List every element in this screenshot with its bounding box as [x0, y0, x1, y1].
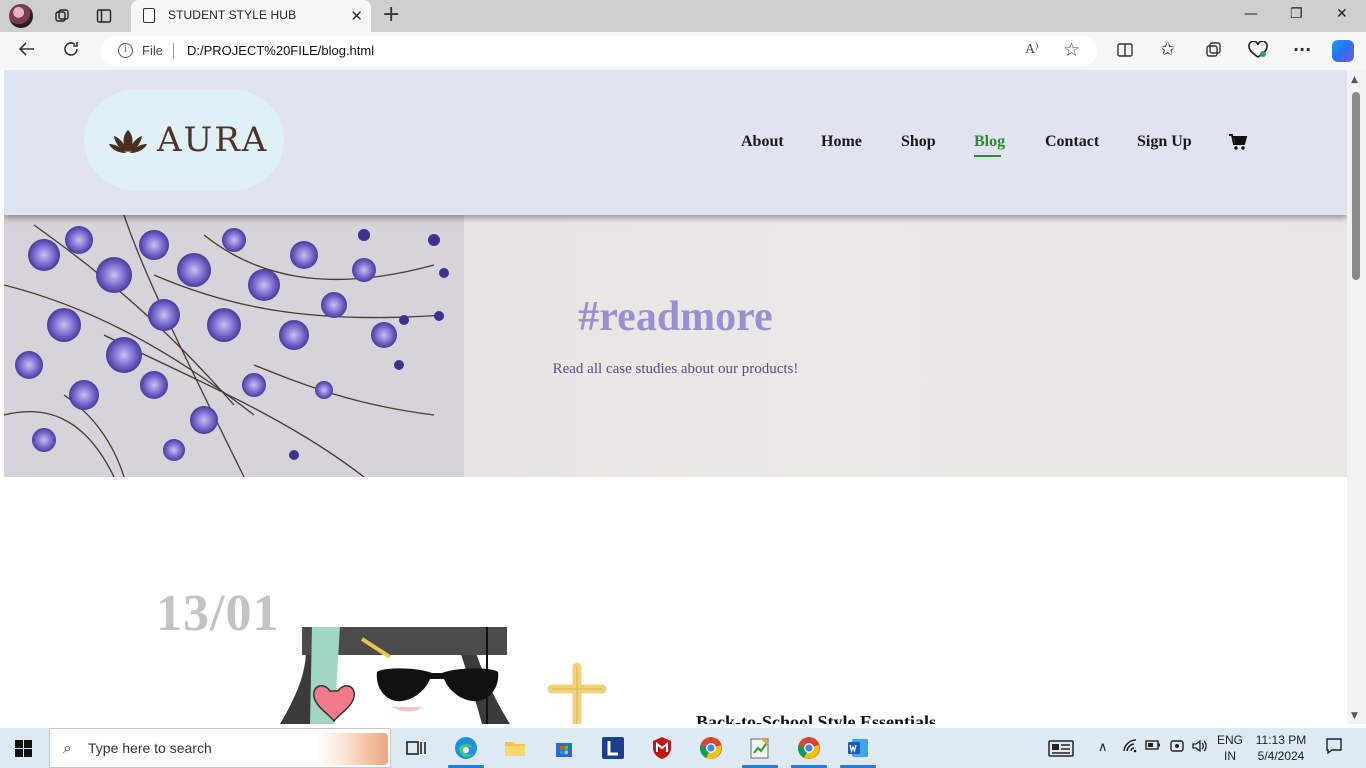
address-bar[interactable]: i File D:/PROJECT%20FILE/blog.html A⁾ ☆	[101, 36, 1097, 66]
restore-icon[interactable]: ❐	[1290, 6, 1303, 22]
flowers-image	[4, 215, 464, 477]
meet-now-icon[interactable]	[1169, 739, 1185, 756]
settings-more-icon[interactable]: ···	[1293, 41, 1311, 59]
page-scrollbar[interactable]: ▲ ▼	[1347, 70, 1366, 724]
scroll-down-icon[interactable]: ▼	[1351, 711, 1358, 721]
new-tab-icon[interactable]: +	[382, 4, 400, 26]
hero-subtitle: Read all case studies about our products…	[552, 361, 799, 377]
hero-banner: #readmore Read all case studies about ou…	[4, 215, 1347, 477]
l-app-icon[interactable]	[601, 736, 625, 760]
mcafee-icon[interactable]	[650, 736, 674, 760]
read-aloud-icon[interactable]: A⁾	[1025, 41, 1039, 58]
brand-name: AURA	[157, 120, 269, 160]
file-explorer-icon[interactable]	[503, 736, 527, 760]
windows-start-icon[interactable]	[15, 740, 32, 757]
post-illustration[interactable]	[272, 627, 612, 724]
task-view-icon[interactable]	[404, 736, 428, 760]
page-icon	[143, 8, 155, 23]
input-language[interactable]: ENG IN	[1215, 732, 1245, 764]
nav-contact[interactable]: Contact	[1045, 133, 1099, 151]
copilot-icon[interactable]	[1332, 40, 1354, 62]
battery-icon[interactable]	[1145, 739, 1161, 754]
workspaces-icon[interactable]	[51, 5, 73, 27]
nav-home[interactable]: Home	[821, 133, 862, 151]
blog-post-section: 13/01 Back-to-School Style Essentials	[4, 477, 1347, 724]
browser-tab-bar: STUDENT STYLE HUB ✕ + — ❐ ✕	[0, 0, 1366, 32]
language-code: ENG	[1216, 733, 1243, 747]
nav-shop[interactable]: Shop	[901, 133, 936, 151]
region-code: IN	[1224, 749, 1236, 763]
refresh-icon[interactable]	[62, 40, 80, 62]
wifi-icon[interactable]	[1122, 739, 1138, 756]
hero-title: #readmore	[578, 294, 773, 340]
scroll-up-icon[interactable]: ▲	[1351, 75, 1358, 85]
nav-signup[interactable]: Sign Up	[1137, 133, 1192, 151]
collections-icon[interactable]	[1204, 41, 1222, 63]
logo[interactable]: AURA	[84, 90, 284, 190]
browser-toolbar: i File D:/PROJECT%20FILE/blog.html A⁾ ☆ …	[0, 32, 1366, 70]
microsoft-store-icon[interactable]	[552, 736, 576, 760]
edge-browser-icon[interactable]	[454, 736, 478, 760]
notifications-icon[interactable]	[1325, 737, 1343, 758]
split-screen-icon[interactable]	[1116, 41, 1134, 63]
active-tab[interactable]: STUDENT STYLE HUB ✕	[131, 0, 371, 32]
nav-blog[interactable]: Blog	[974, 133, 1005, 157]
post-date: 13/01	[156, 585, 280, 634]
divider	[173, 43, 174, 59]
profile-avatar[interactable]	[9, 4, 33, 28]
minimize-icon[interactable]: —	[1244, 6, 1258, 22]
chrome-icon[interactable]	[699, 736, 723, 760]
favorite-star-icon[interactable]: ☆	[1063, 39, 1080, 61]
notepad-chart-icon[interactable]	[748, 736, 772, 760]
web-page: AURA About Home Shop Blog Contact Sign U…	[4, 70, 1347, 724]
favorites-icon[interactable]: ✩	[1160, 41, 1175, 59]
url-text[interactable]: D:/PROJECT%20FILE/blog.html	[187, 43, 374, 58]
search-highlight-image	[316, 733, 388, 765]
close-tab-icon[interactable]: ✕	[350, 7, 363, 25]
system-clock[interactable]: 11:13 PM 5/4/2024	[1250, 732, 1312, 764]
search-placeholder: Type here to search	[88, 740, 212, 756]
browser-essentials-icon[interactable]	[1248, 40, 1268, 63]
clock-time: 11:13 PM	[1255, 733, 1307, 747]
clock-date: 5/4/2024	[1257, 749, 1305, 763]
close-window-icon[interactable]: ✕	[1336, 6, 1348, 22]
scrollbar-thumb[interactable]	[1352, 92, 1360, 280]
windows-taskbar: ⌕ Type here to search ∧ ENG IN 11:13 PM …	[0, 728, 1366, 768]
show-hidden-icons-icon[interactable]: ∧	[1098, 739, 1108, 755]
vertical-tabs-icon[interactable]	[93, 5, 115, 27]
back-icon[interactable]	[18, 40, 36, 62]
site-header: AURA About Home Shop Blog Contact Sign U…	[4, 70, 1347, 215]
lotus-icon	[109, 130, 147, 153]
shopping-cart-icon[interactable]	[1228, 133, 1248, 151]
word-icon[interactable]	[846, 736, 870, 760]
news-widget-icon[interactable]	[1048, 736, 1074, 760]
site-info-icon[interactable]: i	[118, 43, 133, 58]
scheme-label: File	[142, 43, 163, 58]
taskbar-search[interactable]: ⌕ Type here to search	[49, 728, 391, 768]
chrome-profile-icon[interactable]	[797, 736, 821, 760]
post-title[interactable]: Back-to-School Style Essentials	[696, 712, 936, 724]
volume-icon[interactable]	[1192, 739, 1208, 756]
tab-title: STUDENT STYLE HUB	[168, 8, 297, 22]
nav-about[interactable]: About	[741, 133, 784, 151]
search-icon: ⌕	[63, 738, 72, 757]
